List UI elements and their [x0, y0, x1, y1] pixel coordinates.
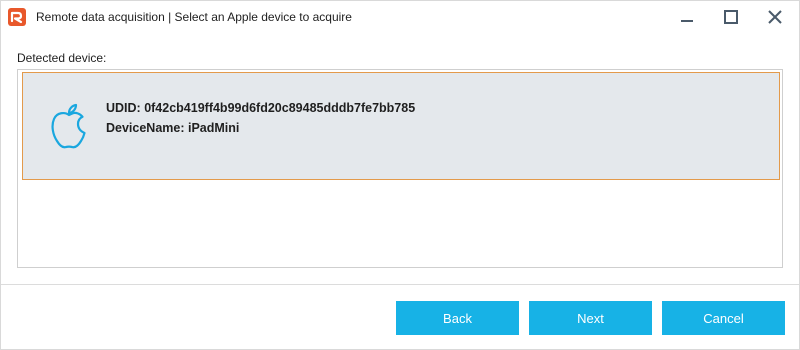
- maximize-button[interactable]: [709, 1, 753, 32]
- minimize-button[interactable]: [665, 1, 709, 32]
- title-bar[interactable]: Remote data acquisition | Select an Appl…: [1, 1, 799, 32]
- close-icon: [768, 9, 782, 24]
- apple-icon: [51, 103, 86, 149]
- app-logo-icon: [8, 8, 26, 26]
- detected-device-label: Detected device:: [17, 51, 107, 65]
- device-list-item[interactable]: UDID: 0f42cb419ff4b99d6fd20c89485dddb7fe…: [22, 72, 780, 180]
- next-button[interactable]: Next: [529, 301, 652, 335]
- maximize-icon: [724, 9, 738, 24]
- dialog-window: Remote data acquisition | Select an Appl…: [0, 0, 800, 350]
- back-button[interactable]: Back: [396, 301, 519, 335]
- close-button[interactable]: [753, 1, 797, 32]
- window-title: Remote data acquisition | Select an Appl…: [36, 10, 352, 24]
- cancel-button[interactable]: Cancel: [662, 301, 785, 335]
- device-name: DeviceName: iPadMini: [106, 121, 240, 135]
- device-list[interactable]: UDID: 0f42cb419ff4b99d6fd20c89485dddb7fe…: [17, 69, 783, 268]
- device-udid: UDID: 0f42cb419ff4b99d6fd20c89485dddb7fe…: [106, 101, 416, 115]
- minimize-icon: [681, 19, 693, 22]
